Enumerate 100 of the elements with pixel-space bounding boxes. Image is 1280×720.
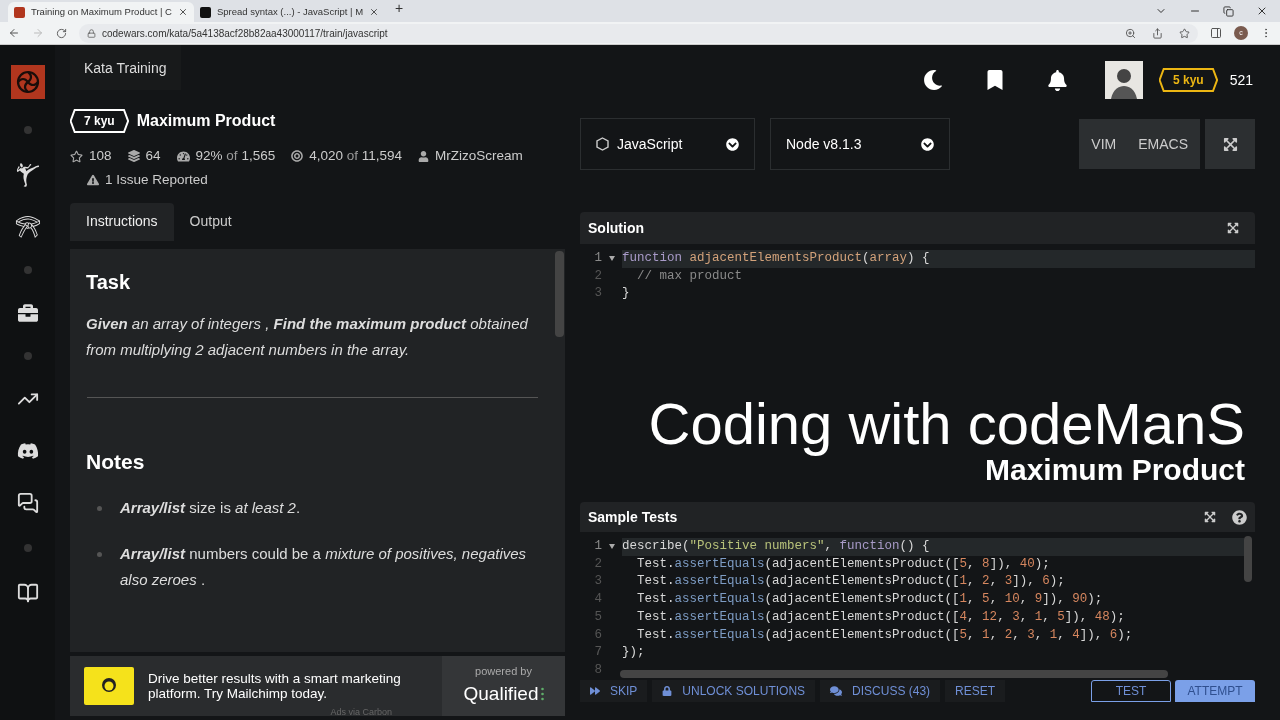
bullet-icon	[97, 552, 102, 557]
line-number: 1	[593, 250, 602, 267]
fold-caret-icon[interactable]	[609, 544, 615, 550]
expand-icon[interactable]	[1204, 511, 1216, 523]
kata-title: Maximum Product	[136, 111, 276, 131]
line-number: 3	[593, 573, 602, 591]
action-button[interactable]: RESET	[945, 680, 1006, 702]
reload-icon[interactable]	[56, 27, 67, 39]
comments-icon	[830, 685, 843, 697]
zoom-icon[interactable]	[1125, 27, 1136, 39]
action-button[interactable]: UNLOCK SOLUTIONS	[652, 680, 816, 702]
panel-tab[interactable]: Instructions	[70, 202, 174, 241]
martial-arts-icon[interactable]	[14, 213, 41, 239]
video-title-overlay: Coding with codeManS	[648, 394, 1245, 454]
star-icon[interactable]	[70, 149, 83, 163]
line-number: 1	[593, 538, 602, 555]
notes-heading: Notes	[86, 448, 146, 475]
language-select[interactable]: JavaScript	[580, 118, 755, 170]
line-number: 3	[593, 285, 602, 303]
close-window-icon[interactable]	[1256, 5, 1268, 17]
keymap-option[interactable]: VIM	[1091, 133, 1117, 155]
address-bar[interactable]: codewars.com/kata/5a4138acf28b82aa43000117/train/javascript	[79, 23, 1198, 43]
author-link[interactable]: MrZizoScream	[435, 146, 523, 167]
action-button[interactable]: TEST	[1091, 680, 1171, 702]
code-hexagon-icon	[596, 137, 609, 151]
section-tab[interactable]: Kata Training	[70, 45, 181, 90]
rank-badge: 7 kyu	[70, 109, 129, 133]
fold-caret-icon[interactable]	[609, 256, 615, 262]
chevron-icon	[726, 137, 739, 151]
powered-by-label: powered by	[475, 664, 532, 679]
action-button[interactable]: DISCUSS (43)	[820, 680, 941, 702]
expand-icon	[1222, 136, 1238, 152]
close-icon[interactable]	[369, 7, 380, 17]
version-select[interactable]: Node v8.1.3	[770, 118, 950, 170]
side-panel-icon[interactable]	[1210, 27, 1222, 39]
line-number: 6	[593, 626, 602, 644]
new-tab-button[interactable]: +	[395, 0, 404, 19]
warning-icon	[87, 174, 99, 187]
fullscreen-button[interactable]	[1205, 119, 1255, 169]
code-line: Test.assertEquals(adjacentElementsProduct([1, 5, 10, 9]), 90);	[636, 591, 1104, 609]
code-line: });	[622, 644, 646, 662]
panel-title: Sample Tests	[588, 507, 679, 527]
bookmark-star-icon[interactable]	[1179, 27, 1190, 39]
briefcase-icon[interactable]	[17, 303, 38, 323]
note-item: Array/list numbers could be a mixture of positives, negatives also zeroes .	[120, 544, 528, 590]
tab-favicon-icon	[200, 6, 211, 18]
collections-count: 64	[145, 147, 161, 165]
close-icon[interactable]	[178, 7, 188, 17]
moon-icon[interactable]	[922, 70, 943, 90]
rank-badge: 5 kyu	[1158, 68, 1218, 92]
collections-icon	[127, 150, 140, 163]
expand-icon[interactable]	[1227, 222, 1239, 234]
chevron-icon	[921, 137, 934, 151]
action-button[interactable]: SKIP	[580, 680, 648, 702]
logo-icon[interactable]	[10, 65, 45, 99]
back-icon[interactable]	[8, 27, 20, 39]
chat-icon[interactable]	[16, 492, 39, 514]
line-number: 2	[593, 267, 602, 285]
code-line: Test.assertEquals(adjacentElementsProduct([1, 2, 3]), 6);	[636, 573, 1066, 591]
keymap-option[interactable]: EMACS	[1138, 133, 1188, 155]
help-icon[interactable]	[1232, 509, 1247, 525]
vertical-scrollbar	[1244, 536, 1252, 582]
forward-icon	[590, 686, 600, 696]
note-item: Array/list size is at least 2.	[120, 498, 301, 518]
line-number: 8	[593, 661, 602, 679]
honor-score: 521	[1229, 70, 1253, 90]
dots-icon	[540, 686, 544, 701]
ad-logo-icon	[84, 666, 134, 705]
line-number: 5	[593, 608, 602, 626]
issues-link[interactable]: 1 Issue Reported	[105, 170, 208, 191]
restore-icon[interactable]	[1223, 6, 1234, 17]
line-number: 4	[593, 591, 602, 609]
target-icon	[291, 150, 304, 163]
code-line: Test.assertEquals(adjacentElementsProduct([4, 12, 3, 1, 5]), 48);	[636, 608, 1126, 626]
panel-tab[interactable]: Output	[173, 202, 248, 241]
share-icon[interactable]	[1152, 27, 1163, 39]
video-subtitle-overlay: Maximum Product	[984, 454, 1245, 486]
platform-logo-text[interactable]: Qualified	[463, 679, 539, 708]
lock-icon	[87, 28, 96, 38]
line-number: 2	[593, 555, 602, 573]
kick-figure-icon[interactable]	[14, 162, 41, 188]
browser-tab[interactable]: Training on Maximum Product | C	[8, 2, 194, 22]
gauge-icon	[176, 149, 190, 163]
code-line: // max product	[636, 267, 744, 285]
browser-tab[interactable]: Spread syntax (...) - JavaScript | M	[194, 2, 386, 22]
panel-title: Solution	[588, 218, 645, 238]
user-icon	[418, 150, 430, 162]
code-line: }	[622, 285, 631, 303]
avatar[interactable]	[1104, 61, 1143, 99]
stars-count: 108	[89, 147, 112, 165]
bullet-icon	[97, 506, 102, 511]
ad-text[interactable]: Drive better results with a smart marketing platform. Try Mailchimp today.	[148, 670, 418, 701]
tab-favicon-icon	[14, 6, 25, 18]
completion-count: 4,020 of 11,594	[309, 147, 403, 165]
book-icon[interactable]	[16, 582, 39, 604]
code-line: Test.assertEquals(adjacentElementsProduct([5, 8]), 40);	[636, 555, 1051, 573]
bell-icon[interactable]	[1046, 69, 1068, 91]
task-heading: Task	[86, 269, 132, 295]
task-description: Given an array of integers , Find the maximum product obtained from multiplying 2 adjacent numbers in the array.	[86, 313, 529, 360]
code-line: Test.assertEquals(adjacentElementsProduct([5, 1, 2, 3, 1, 4]), 6);	[636, 626, 1134, 644]
